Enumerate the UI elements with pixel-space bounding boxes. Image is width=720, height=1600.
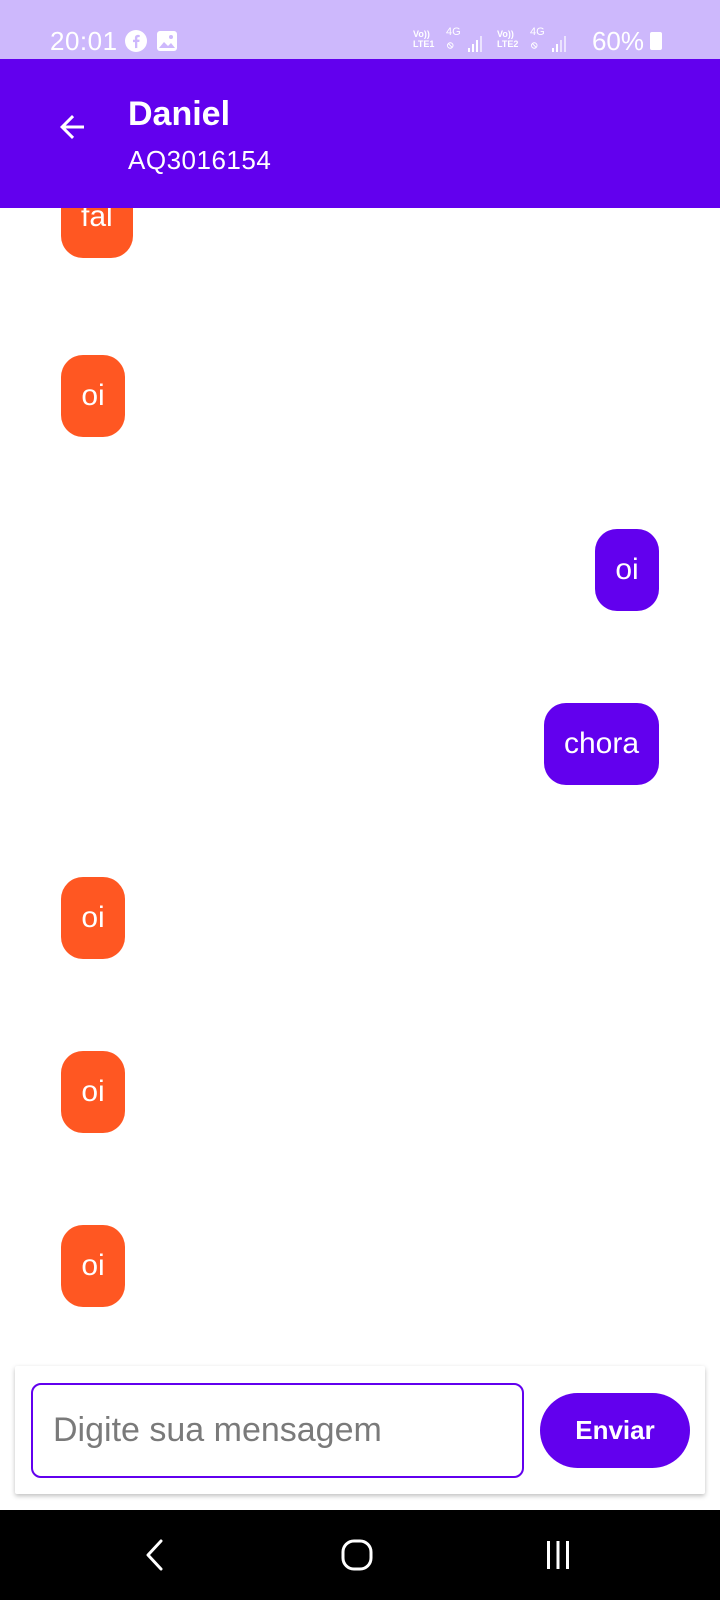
sim1-signal: Vo)) LTE1 4G ⦸	[413, 26, 493, 54]
home-icon	[341, 1539, 373, 1571]
back-chevron-icon	[146, 1539, 163, 1571]
message-input[interactable]	[31, 1383, 524, 1478]
no-data-icon: ⦸	[447, 40, 454, 51]
message-bubble-outgoing: chora	[543, 703, 659, 785]
nav-back-button[interactable]	[125, 1530, 185, 1580]
message-bubble-incoming: oi	[61, 355, 125, 437]
no-data-icon: ⦸	[531, 40, 538, 51]
message-bubble-incoming: oi	[61, 1051, 125, 1133]
message-composer: Enviar	[15, 1366, 705, 1494]
status-bar: 20:01 Vo)) LTE1 4G ⦸ Vo)) LTE2 4G ⦸ 60%	[0, 0, 720, 59]
battery-percent: 60%	[591, 26, 644, 56]
sim2-net-label: 4G	[530, 26, 545, 38]
message-bubble-incoming: oi	[61, 1225, 125, 1307]
message-bubble-outgoing: oi	[595, 529, 659, 611]
message-bubble-incoming: oi	[61, 877, 125, 959]
message-bubble-incoming: fal	[61, 208, 133, 258]
gallery-icon	[156, 30, 178, 52]
nav-recents-button[interactable]	[528, 1530, 588, 1580]
signal-icon	[468, 36, 482, 52]
status-time: 20:01	[50, 26, 118, 56]
battery-icon	[650, 32, 662, 50]
system-nav-bar	[0, 1510, 720, 1600]
sim2-signal: Vo)) LTE2 4G ⦸	[497, 26, 577, 54]
sim2-volte-label: Vo))	[497, 29, 514, 39]
signal-icon	[552, 36, 566, 52]
recents-icon	[547, 1541, 569, 1569]
sim1-net-label: 4G	[446, 26, 461, 38]
send-button[interactable]: Enviar	[540, 1393, 690, 1468]
sim2-lte-label: LTE2	[497, 39, 519, 49]
nav-home-button[interactable]	[327, 1530, 387, 1580]
arrow-left-icon	[60, 115, 84, 139]
sim1-volte-label: Vo))	[413, 29, 430, 39]
chat-header: Daniel AQ3016154	[0, 59, 720, 208]
message-list[interactable]: fal oi oi chora oi oi oi	[0, 208, 720, 1366]
facebook-icon	[125, 30, 147, 52]
contact-id: AQ3016154	[128, 145, 272, 175]
contact-name: Daniel	[128, 95, 231, 133]
sim1-lte-label: LTE1	[413, 39, 435, 49]
back-button[interactable]	[48, 103, 96, 151]
